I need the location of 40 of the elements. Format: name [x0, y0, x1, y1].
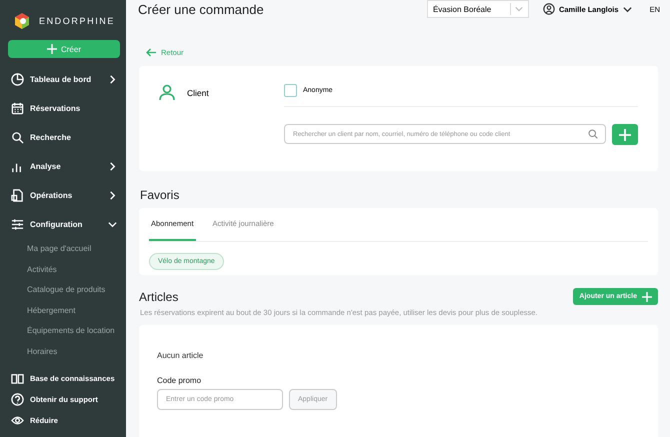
nav-item[interactable]: Tableau de bord: [8, 65, 120, 94]
submenu-item[interactable]: Hébergement: [8, 300, 120, 321]
nav-item[interactable]: Opérations: [8, 181, 120, 210]
client-label: Client: [187, 88, 209, 98]
eye-icon: [11, 414, 24, 427]
search-icon: [11, 131, 24, 144]
person-icon: [159, 84, 175, 101]
section-title: Articles: [139, 290, 178, 304]
doc-icon: [11, 189, 24, 202]
nav-item[interactable]: Configuration: [8, 210, 120, 239]
user-icon: [542, 3, 555, 15]
promo-label: Code promo: [157, 376, 202, 385]
calendar-icon: [11, 102, 24, 115]
section-title: Favoris: [140, 188, 180, 202]
book-icon: [11, 372, 24, 385]
submenu-item[interactable]: Équipements de location: [8, 321, 120, 342]
help-icon: [11, 393, 24, 406]
empty-message: Aucun article: [157, 351, 204, 360]
arrow-left-icon: [146, 48, 156, 56]
plus-icon: [46, 44, 57, 54]
submenu-item[interactable]: Ma page d'accueil: [8, 239, 120, 260]
page-title: Créer une commande: [138, 2, 265, 16]
nav-item[interactable]: Analyse: [8, 152, 120, 181]
plus-icon: [619, 128, 631, 140]
brand-name: ENDORPHINE: [38, 16, 115, 26]
organization-select[interactable]: Évasion Boréale: [426, 0, 529, 18]
submenu-item[interactable]: Horaires: [8, 342, 120, 362]
chevron-down-icon: [514, 5, 523, 13]
add-client-button[interactable]: [612, 124, 638, 145]
submenu-item[interactable]: Activités: [8, 260, 120, 280]
chevron-down-icon: [622, 4, 632, 14]
pie-icon: [11, 73, 24, 86]
search-icon: [588, 129, 598, 139]
nav-item[interactable]: Recherche: [8, 123, 120, 152]
sliders-icon: [11, 218, 24, 231]
plus-icon: [642, 292, 652, 302]
nav-item[interactable]: Réservations: [8, 94, 120, 123]
logo-icon: [13, 12, 31, 30]
submenu-item[interactable]: Catalogue de produits: [8, 280, 120, 300]
anonymous-checkbox[interactable]: [284, 84, 297, 97]
